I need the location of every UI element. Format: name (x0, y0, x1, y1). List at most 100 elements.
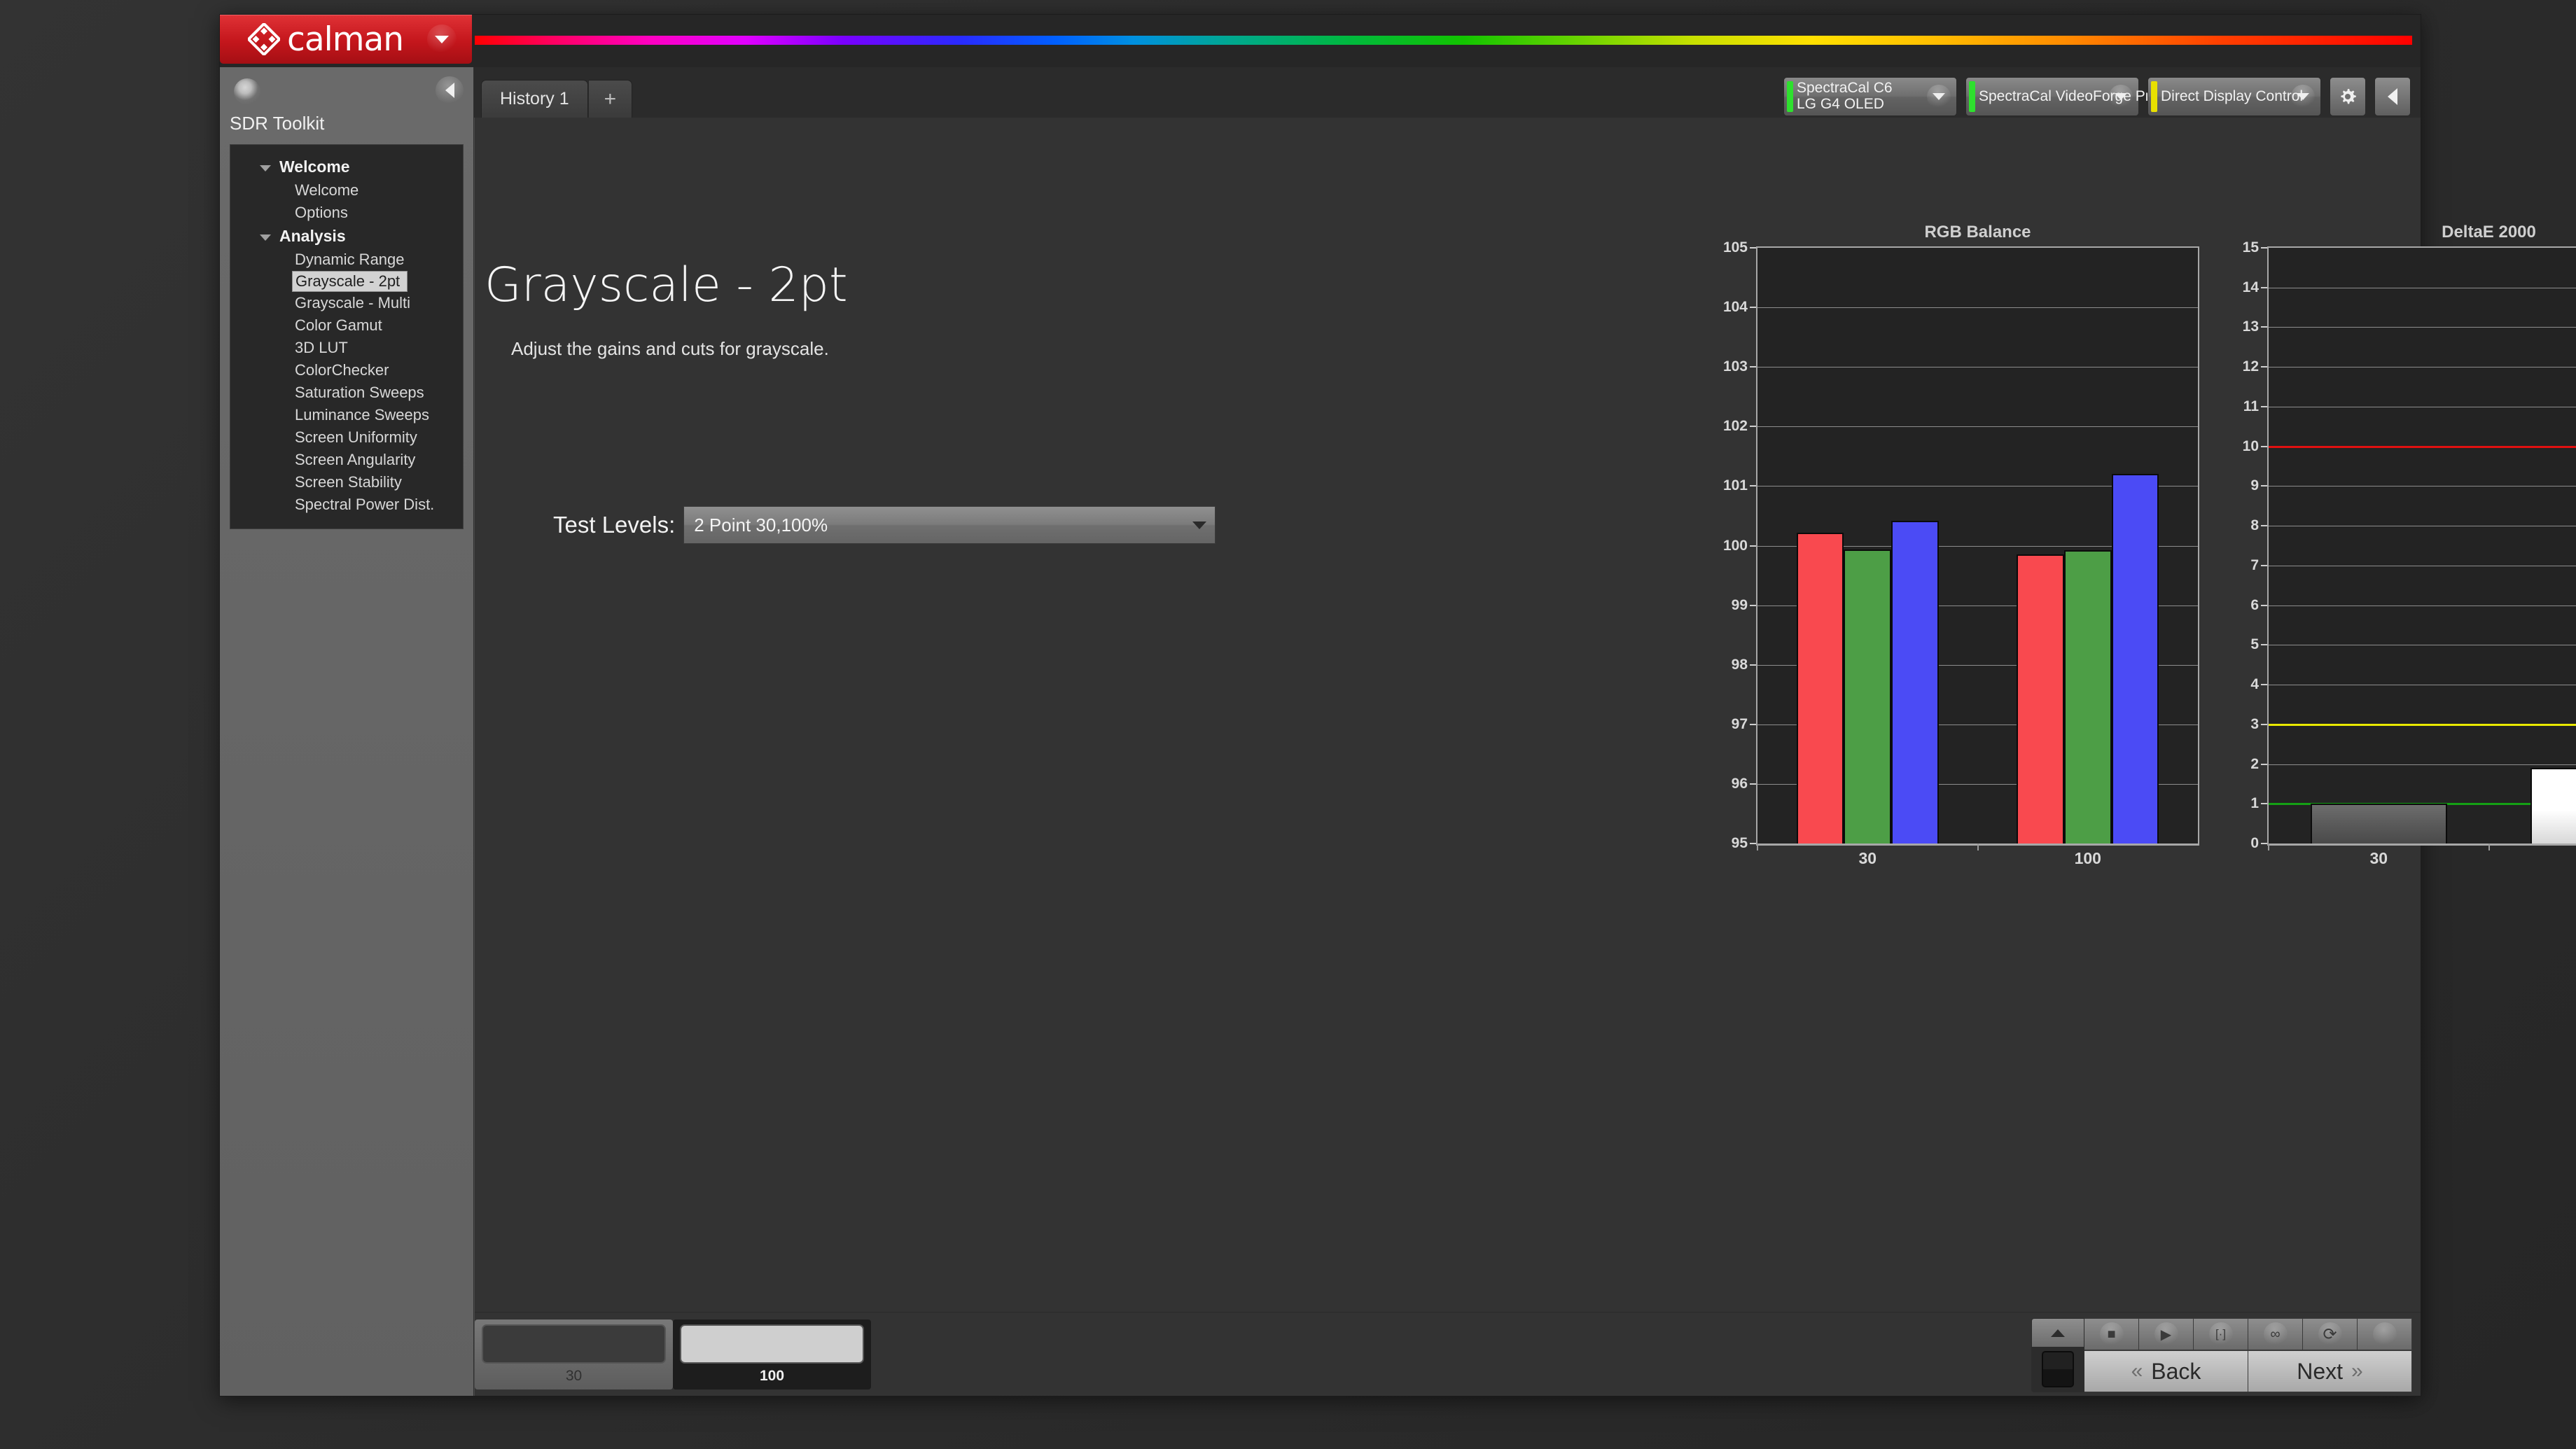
sidebar-item-grayscale-2pt[interactable]: Grayscale - 2pt (292, 271, 408, 292)
chevron-down-icon (1192, 521, 1207, 529)
tab-strip: History 1 + SpectraCal C6 LG G4 OLED Spe… (220, 67, 2421, 118)
gridline (1757, 307, 2198, 309)
device-status-indicator (1969, 81, 1975, 112)
sidebar-item-3d-lut[interactable]: 3D LUT (230, 337, 463, 359)
nav-group-analysis[interactable]: Analysis (230, 224, 463, 248)
swatch-100[interactable]: 100 (673, 1320, 871, 1390)
sidebar-item-screen-uniformity[interactable]: Screen Uniformity (230, 426, 463, 449)
meter-expand-button[interactable] (2032, 1319, 2084, 1347)
collapse-panel-button[interactable] (2374, 77, 2411, 116)
y-axis-tick-label: 7 (2250, 557, 2269, 574)
bar-green-30 (1844, 550, 1892, 844)
play-icon: ▶ (2154, 1322, 2178, 1346)
settings-button[interactable] (2330, 77, 2366, 116)
gridline (2269, 327, 2576, 328)
y-axis-tick-label: 104 (1723, 299, 1757, 316)
calman-diamond-icon (248, 23, 280, 55)
blank-button[interactable] (2358, 1318, 2412, 1350)
swatch-color (680, 1324, 864, 1364)
x-axis (2267, 844, 2576, 846)
next-label: Next (2297, 1358, 2344, 1384)
y-axis-tick-label: 5 (2250, 636, 2269, 653)
sidebar-item-colorchecker[interactable]: ColorChecker (230, 359, 463, 382)
continuous-button[interactable]: ∞ (2248, 1318, 2303, 1350)
y-axis-tick-label: 4 (2250, 676, 2269, 693)
chevron-down-icon[interactable] (2109, 85, 2133, 108)
device-meter-selector[interactable]: SpectraCal C6 LG G4 OLED (1783, 77, 1957, 116)
sidebar-item-welcome[interactable]: Welcome (230, 179, 463, 202)
nav-group-welcome[interactable]: Welcome (230, 155, 463, 179)
gridline (1757, 426, 2198, 428)
meter-preview-column (2031, 1318, 2084, 1392)
x-axis-tick (2488, 844, 2490, 850)
device-source-selector[interactable]: SpectraCal VideoForge Pro (1965, 77, 2158, 116)
history-tabs: History 1 + (481, 80, 633, 118)
next-button[interactable]: Next » (2248, 1350, 2412, 1392)
error-threshold (2269, 445, 2576, 448)
back-button[interactable]: « Back (2084, 1350, 2248, 1392)
measure-icon: [·] (2208, 1322, 2233, 1346)
chevron-double-right-icon: » (2351, 1359, 2363, 1382)
y-axis-tick-label: 6 (2250, 597, 2269, 614)
sidebar-header (220, 67, 473, 113)
swatch-label: 30 (565, 1368, 583, 1384)
sidebar-item-spectral-power-dist[interactable]: Spectral Power Dist. (230, 493, 463, 516)
measurement-controls: ■ ▶ [·] ∞ ⟳ (2084, 1318, 2412, 1350)
sidebar-item-saturation-sweeps[interactable]: Saturation Sweeps (230, 382, 463, 404)
calman-menu-arrow-icon[interactable] (427, 24, 457, 54)
refresh-button[interactable]: ⟳ (2303, 1318, 2358, 1350)
device-control-selector[interactable]: Direct Display Control (2147, 77, 2321, 116)
y-axis-tick-label: 95 (1732, 835, 1757, 852)
device-display-name: LG G4 OLED (1797, 96, 1884, 113)
x-axis-tick-label: 30 (2369, 849, 2388, 867)
chevron-down-icon[interactable] (1927, 85, 1951, 108)
tab-history-1[interactable]: History 1 (481, 80, 588, 118)
sidebar-home-icon[interactable] (234, 78, 260, 105)
bar-red-30 (1796, 532, 1844, 844)
sidebar-item-grayscale-multi[interactable]: Grayscale - Multi (230, 292, 463, 314)
gridline (2269, 367, 2576, 368)
device-status-indicator (1787, 81, 1793, 112)
chevron-left-icon (2388, 88, 2397, 105)
color-spectrum-bar (475, 36, 2412, 45)
device-status-indicator (2151, 81, 2157, 112)
x-axis-tick (1977, 844, 1979, 850)
y-axis-tick-label: 10 (2243, 438, 2269, 455)
nav-group-label: Analysis (279, 227, 346, 245)
test-levels-select[interactable]: 2 Point 30,100% (683, 506, 1216, 544)
rgb-balance-plot: 95 96 97 98 99 100 101 102 103 104 105 30 100 (1723, 239, 2199, 867)
sidebar-item-options[interactable]: Options (230, 202, 463, 224)
sidebar-item-screen-angularity[interactable]: Screen Angularity (230, 449, 463, 471)
chevron-down-icon[interactable] (2291, 85, 2315, 108)
chart-title: DeltaE 2000 (2442, 223, 2536, 241)
sidebar-item-luminance-sweeps[interactable]: Luminance Sweeps (230, 404, 463, 426)
x-axis-tick-label: 100 (2074, 849, 2101, 867)
calman-logo-button[interactable]: calman (220, 15, 472, 64)
sidebar-collapse-button[interactable] (436, 76, 464, 104)
measure-button[interactable]: [·] (2194, 1318, 2248, 1350)
test-levels-control: Test Levels: 2 Point 30,100% (553, 506, 1216, 544)
chevron-double-left-icon: « (2131, 1359, 2143, 1382)
sidebar-item-color-gamut[interactable]: Color Gamut (230, 314, 463, 337)
x-axis-tick (1757, 844, 1758, 850)
navigation-tree: Welcome Welcome Options Analysis Dynamic… (230, 144, 464, 529)
chevron-down-icon[interactable] (260, 234, 271, 241)
stop-button[interactable]: ■ (2084, 1318, 2139, 1350)
swatch-30[interactable]: 30 (475, 1320, 673, 1390)
tab-label: History 1 (500, 89, 569, 108)
sidebar-item-screen-stability[interactable]: Screen Stability (230, 471, 463, 493)
sidebar-item-dynamic-range[interactable]: Dynamic Range (230, 248, 463, 271)
y-axis-tick-label: 102 (1723, 418, 1757, 435)
chart-title: RGB Balance (1924, 223, 2031, 241)
tab-add-new[interactable]: + (587, 80, 633, 118)
delta-e-plot: 012345678910111213141530100 (2243, 239, 2576, 867)
y-axis-tick-label: 100 (1723, 538, 1757, 554)
chevron-down-icon[interactable] (260, 165, 271, 172)
infinity-icon: ∞ (2263, 1322, 2288, 1346)
bar-green-100 (2063, 550, 2112, 844)
play-button[interactable]: ▶ (2139, 1318, 2194, 1350)
sidebar: SDR Toolkit Welcome Welcome Options Anal… (220, 67, 474, 1396)
y-axis-tick-label: 105 (1723, 239, 1757, 256)
page-title: Grayscale - 2pt (485, 258, 848, 313)
page-navigation: « Back Next » (2084, 1350, 2412, 1392)
